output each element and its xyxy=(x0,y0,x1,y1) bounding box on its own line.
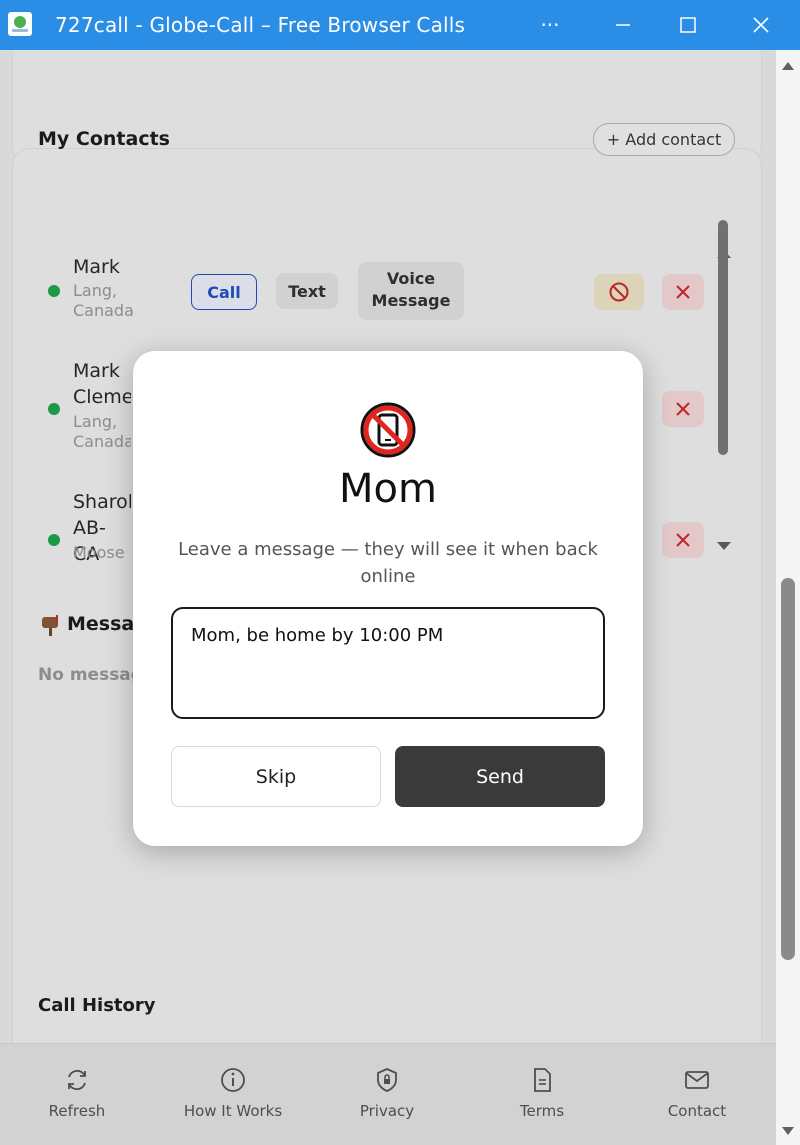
dialog-subtitle: Leave a message — they will see it when … xyxy=(178,539,598,587)
minimize-button[interactable] xyxy=(606,8,640,42)
more-options-button[interactable]: ··· xyxy=(533,8,567,42)
maximize-button[interactable] xyxy=(671,8,705,42)
close-icon xyxy=(753,17,769,33)
message-input[interactable]: Mom, be home by 10:00 PM xyxy=(171,607,605,719)
dialog-contact-name: Mom xyxy=(339,466,437,512)
page-scroll-down-arrow[interactable] xyxy=(782,1127,794,1135)
page-scroll-thumb[interactable] xyxy=(781,578,795,960)
skip-button[interactable]: Skip xyxy=(171,746,381,807)
send-button[interactable]: Send xyxy=(395,746,605,807)
close-window-button[interactable] xyxy=(744,8,778,42)
maximize-icon xyxy=(680,17,696,33)
minimize-icon xyxy=(616,24,630,26)
leave-message-dialog: Mom Leave a message — they will see it w… xyxy=(133,351,643,846)
app-logo-icon xyxy=(8,12,32,36)
page-scroll-up-arrow[interactable] xyxy=(782,62,794,70)
window-titlebar: 727call - Globe-Call – Free Browser Call… xyxy=(0,0,800,50)
no-phone-icon xyxy=(359,401,417,459)
window-title: 727call - Globe-Call – Free Browser Call… xyxy=(55,13,466,37)
